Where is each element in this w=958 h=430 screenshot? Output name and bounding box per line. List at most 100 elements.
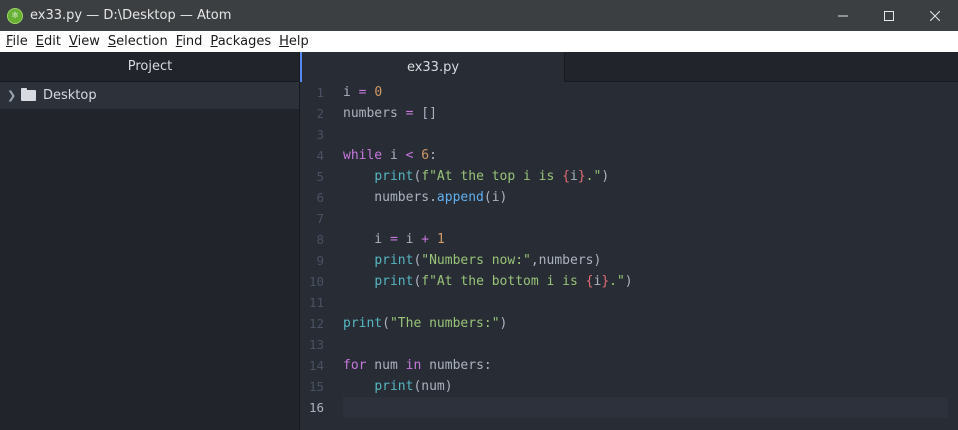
folder-icon — [21, 88, 36, 101]
code-token: f"At the top i is — [421, 169, 563, 184]
code-line[interactable]: 8 i = i + 1 — [300, 229, 958, 250]
line-number[interactable]: 9 — [300, 250, 324, 271]
code-token: f"At the bottom i is — [421, 274, 586, 289]
code-line[interactable]: 16 — [300, 397, 958, 418]
code-line[interactable]: 11 — [300, 292, 958, 313]
atom-icon: ⚛ — [7, 7, 23, 24]
tab-ex33-py[interactable]: ex33.py — [300, 52, 565, 82]
code-token: ) — [624, 274, 633, 289]
code-token: ,numbers) — [530, 253, 602, 268]
code-text: print(num) — [343, 376, 948, 397]
code-line[interactable]: 15 print(num) — [300, 376, 958, 397]
code-token: ) — [499, 316, 508, 331]
line-number[interactable]: 14 — [300, 355, 324, 376]
code-line[interactable]: 7 — [300, 208, 958, 229]
code-token: : — [429, 148, 437, 163]
close-button[interactable] — [912, 0, 958, 31]
code-token: i — [570, 169, 578, 184]
tree-view-header[interactable]: Project — [0, 52, 300, 82]
code-token: } — [577, 169, 586, 184]
tree-folder-desktop[interactable]: ❯ Desktop — [0, 82, 300, 109]
line-number[interactable]: 16 — [300, 397, 324, 418]
code-token: num — [366, 358, 406, 373]
line-number[interactable]: 13 — [300, 334, 324, 355]
code-token: in — [405, 358, 422, 373]
close-icon — [930, 10, 940, 21]
code-token: ." — [609, 274, 625, 289]
line-number[interactable]: 1 — [300, 82, 324, 103]
line-number[interactable]: 4 — [300, 145, 324, 166]
menu-packages[interactable]: Packages — [210, 34, 271, 49]
menu-edit[interactable]: Edit — [36, 34, 61, 49]
line-number[interactable]: 2 — [300, 103, 324, 124]
code-line[interactable]: 4 while i < 6: — [300, 145, 958, 166]
minimize-button[interactable] — [820, 0, 866, 31]
title-bar: ⚛ ex33.py — D:\Desktop — Atom — [0, 0, 958, 31]
menu-mnemonic: P — [210, 34, 218, 49]
window-title: ex33.py — D:\Desktop — Atom — [30, 8, 232, 23]
code-token: ." — [585, 169, 602, 184]
menu-label-rest: ile — [12, 34, 28, 49]
code-line[interactable]: 10 print(f"At the bottom i is {i}.") — [300, 271, 958, 292]
chevron-right-icon[interactable]: ❯ — [7, 89, 19, 102]
menu-selection[interactable]: Selection — [108, 34, 168, 49]
menu-label-rest: dit — [44, 34, 61, 49]
code-token: print — [374, 274, 414, 289]
menu-mnemonic: E — [35, 34, 44, 49]
code-editor[interactable]: 1i = 0 2 numbers = [] 3 4 while i < 6: 5 prin… — [300, 82, 958, 430]
code-text — [343, 397, 948, 418]
line-number[interactable]: 11 — [300, 292, 324, 313]
code-line[interactable]: 14 for num in numbers: — [300, 355, 958, 376]
menu-view[interactable]: View — [69, 34, 100, 49]
code-token: i — [397, 232, 422, 247]
code-token: (i) — [483, 190, 508, 205]
code-token: print — [374, 169, 414, 184]
code-line[interactable]: 5 print(f"At the top i is {i}.") — [300, 166, 958, 187]
menu-label-rest: ackages — [217, 34, 272, 49]
line-number[interactable]: 15 — [300, 376, 324, 397]
code-line[interactable]: 2 numbers = [] — [300, 103, 958, 124]
line-number[interactable]: 7 — [300, 208, 324, 229]
tab-bar: ex33.py — [300, 52, 958, 82]
code-token: [] — [413, 106, 437, 121]
menu-label-rest: elp — [288, 34, 309, 49]
menu-bar: File Edit View Selection Find Packages Help — [0, 31, 958, 52]
line-number[interactable]: 3 — [300, 124, 324, 145]
code-line[interactable]: 3 — [300, 124, 958, 145]
code-line[interactable]: 9 print("Numbers now:",numbers) — [300, 250, 958, 271]
window-controls — [820, 0, 958, 31]
menu-help[interactable]: Help — [279, 34, 309, 49]
line-number[interactable]: 10 — [300, 271, 324, 292]
code-token: numbers. — [343, 190, 437, 205]
code-token: print — [374, 379, 414, 394]
menu-find[interactable]: Find — [176, 34, 203, 49]
tree-folder-label: Desktop — [43, 88, 97, 103]
code-line[interactable]: 1 i = 0 — [300, 82, 958, 103]
line-number[interactable]: 6 — [300, 187, 324, 208]
code-text: for num in numbers: — [343, 355, 948, 376]
line-number[interactable]: 5 — [300, 166, 324, 187]
line-number[interactable]: 8 — [300, 229, 324, 250]
code-text: while i < 6: — [343, 145, 948, 166]
code-token: print — [343, 316, 383, 331]
code-token: = — [350, 85, 375, 100]
menu-mnemonic: S — [107, 34, 117, 49]
maximize-button[interactable] — [866, 0, 912, 31]
code-token: } — [601, 274, 610, 289]
code-line[interactable]: 12 print("The numbers:") — [300, 313, 958, 334]
line-number[interactable]: 12 — [300, 313, 324, 334]
code-line[interactable]: 13 — [300, 334, 958, 355]
code-line[interactable]: 6 numbers.append(i) — [300, 187, 958, 208]
code-token: i — [343, 232, 390, 247]
code-token: "The numbers:" — [389, 316, 500, 331]
code-token: { — [562, 169, 570, 184]
menu-file[interactable]: File — [6, 34, 28, 49]
